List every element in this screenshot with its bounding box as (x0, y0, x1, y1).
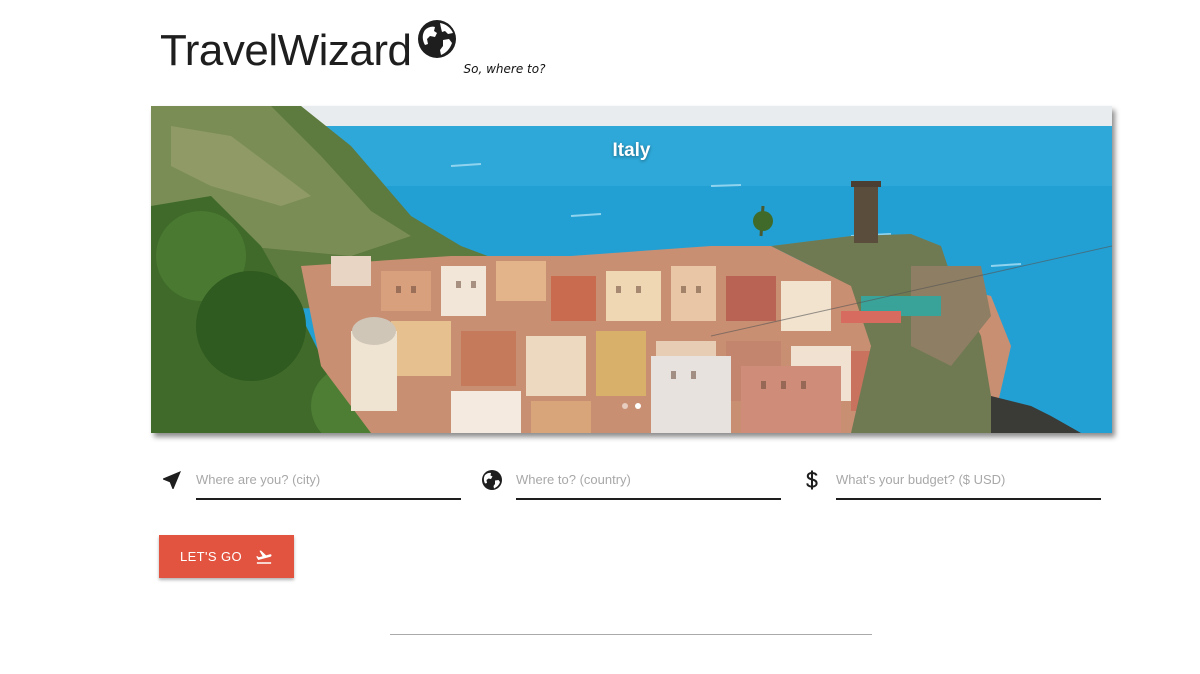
destination-carousel[interactable]: Italy (151, 106, 1112, 433)
budget-input-wrap (836, 462, 1101, 500)
carousel-dot-active[interactable] (635, 403, 641, 409)
lets-go-button[interactable]: LET'S GO (159, 535, 294, 578)
budget-field (800, 462, 1101, 500)
carousel-indicators (151, 403, 1112, 409)
destination-field (480, 462, 781, 500)
site-header: TravelWizard So, where to? (160, 18, 545, 82)
lets-go-label: LET'S GO (179, 549, 243, 564)
destination-input-wrap (516, 462, 781, 500)
footer-divider (390, 634, 872, 635)
slide-caption: Italy (612, 140, 651, 161)
brand-title: TravelWizard (160, 26, 412, 75)
navigation-arrow-icon (163, 471, 181, 489)
tagline: So, where to? (463, 62, 546, 76)
dollar-icon (806, 470, 818, 490)
origin-input[interactable] (196, 462, 461, 496)
carousel-dot[interactable] (622, 403, 628, 409)
destination-input[interactable] (516, 462, 781, 496)
flight-takeoff-icon (256, 550, 272, 564)
origin-input-wrap (196, 462, 461, 500)
origin-field (160, 462, 461, 500)
budget-input[interactable] (836, 462, 1101, 496)
globe-icon (417, 20, 456, 58)
globe-icon (482, 470, 502, 490)
